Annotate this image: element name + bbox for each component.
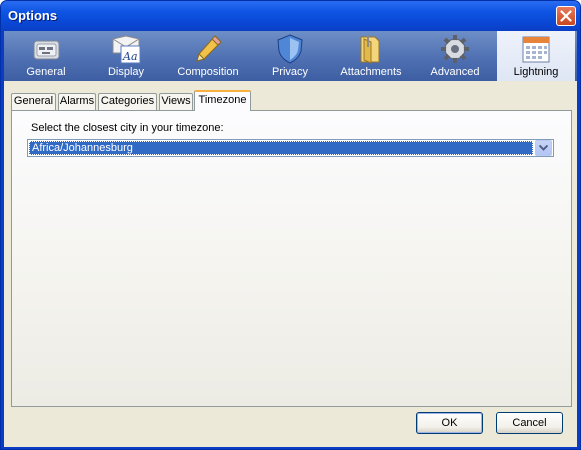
timezone-prompt: Select the closest city in your timezone… [31,122,224,134]
pane-label: Advanced [430,66,480,78]
pane-lightning[interactable]: Lightning [497,31,575,81]
tab-categories[interactable]: Categories [98,93,157,110]
title-bar[interactable]: Options [1,1,580,31]
preference-pane-toolbar: General Aa Display Composition Privacy A… [4,31,577,81]
pane-composition[interactable]: Composition [169,31,247,81]
pencil-icon [196,35,222,62]
pane-attachments[interactable]: Attachments [332,31,410,81]
pane-label: Composition [177,66,239,78]
svg-text:Aa: Aa [122,50,138,63]
chevron-down-icon [539,145,548,151]
dialog-client-area: General Aa Display Composition Privacy A… [4,31,577,447]
dropdown-button[interactable] [535,140,552,156]
pane-label: Display [107,66,145,78]
close-button[interactable] [556,6,576,26]
pane-display[interactable]: Aa Display [87,31,165,81]
pane-label: Lightning [513,66,559,78]
tab-general[interactable]: General [11,93,56,110]
shield-icon [277,34,303,64]
general-settings-icon [33,40,60,60]
tab-views[interactable]: Views [159,93,193,110]
ok-button[interactable]: OK [416,412,483,434]
pane-label: Privacy [271,66,309,78]
options-dialog: Options General Aa Display Composition P… [0,0,581,450]
pane-label: General [26,66,66,78]
folder-icon [360,35,380,64]
pane-privacy[interactable]: Privacy [251,31,329,81]
timezone-select[interactable]: Africa/Johannesburg [27,139,554,157]
timezone-panel: Select the closest city in your timezone… [11,110,572,407]
window-title: Options [8,8,58,23]
gear-icon [441,35,469,63]
pane-general[interactable]: General [7,31,85,81]
display-font-icon: Aa [112,35,141,64]
calendar-icon [522,36,550,63]
close-icon [560,10,572,22]
pane-label: Attachments [340,66,402,78]
pane-advanced[interactable]: Advanced [416,31,494,81]
tab-alarms[interactable]: Alarms [58,93,96,110]
tab-timezone[interactable]: Timezone [194,90,251,111]
timezone-selected-value: Africa/Johannesburg [29,141,533,155]
cancel-button[interactable]: Cancel [496,412,563,434]
